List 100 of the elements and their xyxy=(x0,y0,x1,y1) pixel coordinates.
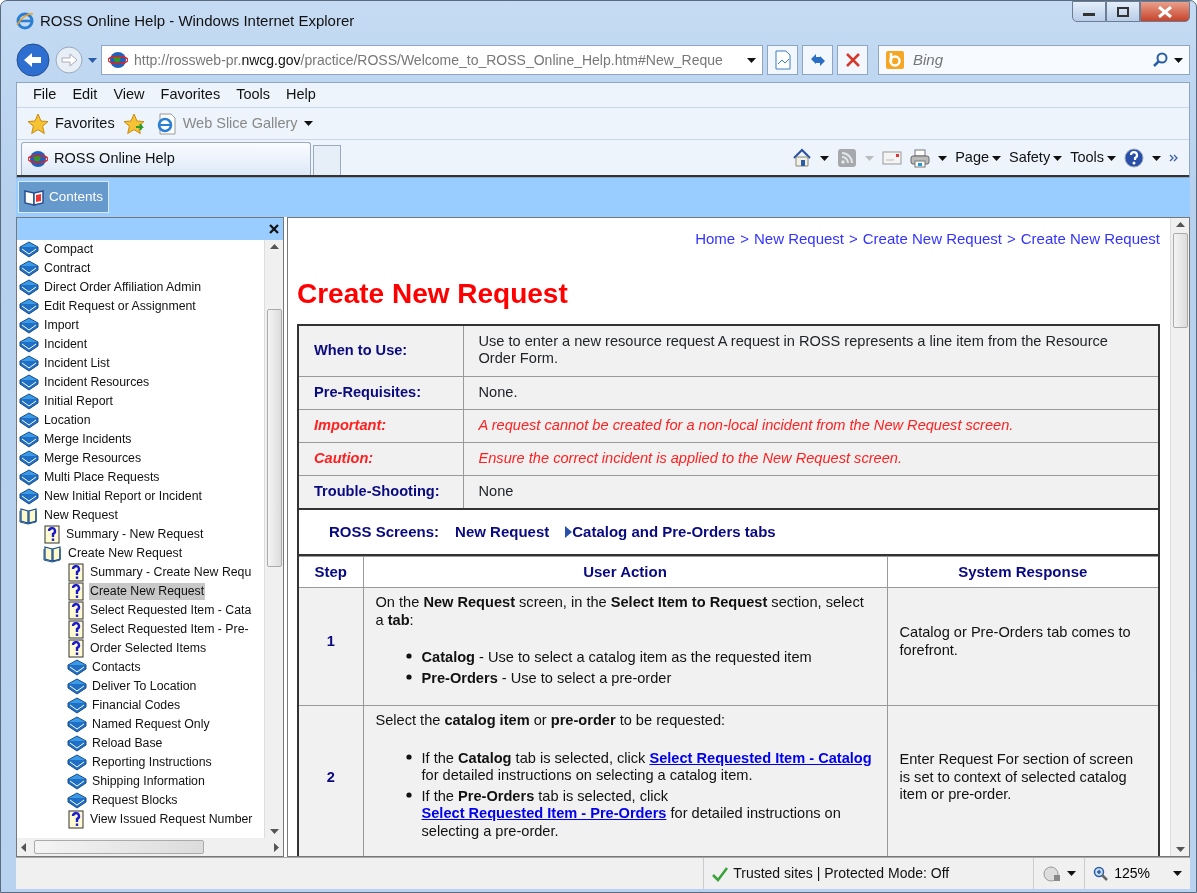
help-link[interactable]: Select Requested Item - Catalog xyxy=(649,749,872,766)
tree-item[interactable]: New Initial Report or Incident xyxy=(43,488,203,505)
breadcrumb-separator: > xyxy=(849,229,858,249)
breadcrumb-separator: > xyxy=(740,229,749,249)
scroll-down-icon xyxy=(1175,847,1185,852)
add-favorite-icon[interactable] xyxy=(122,112,147,135)
tree-item[interactable]: Merge Incidents xyxy=(43,431,133,448)
chevron-icon[interactable] xyxy=(1169,154,1179,163)
tree-item[interactable]: Multi Place Requests xyxy=(43,469,161,486)
caret-icon[interactable] xyxy=(1107,155,1116,161)
tree-item[interactable]: Incident Resources xyxy=(43,374,151,391)
help-icon-button[interactable] xyxy=(1124,148,1161,169)
bullet-text: If the Pre-Orders tab is selected, click Select Requested Item - Pre-Orders for detailed instructions on selecting a pre-order. xyxy=(421,787,842,841)
scroll-thumb[interactable] xyxy=(34,840,204,854)
breadcrumb-link[interactable]: Create New Request xyxy=(1020,228,1160,251)
search-icon[interactable] xyxy=(1152,52,1168,68)
caret-icon[interactable] xyxy=(1152,155,1161,161)
screen-link[interactable]: Catalog and Pre-Orders tabs xyxy=(565,523,776,542)
address-field[interactable]: http://rossweb-pr.nwcg.gov/practice/ROSS/Welcome_to_ROSS_Online_Help.htm#New_Reque xyxy=(101,45,763,75)
printer-icon-button[interactable] xyxy=(910,148,948,169)
bullet-text: Catalog - Use to select a catalog item as the requested item xyxy=(421,649,812,667)
tree-item[interactable]: Summary - New Request xyxy=(65,526,205,543)
info-label: Pre-Requisites: xyxy=(298,376,463,410)
menu-item[interactable]: Tools xyxy=(228,84,279,106)
tree-item[interactable]: Location xyxy=(43,412,92,429)
favorites-button[interactable]: Favorites xyxy=(27,112,115,135)
tree-item[interactable]: Direct Order Affiliation Admin xyxy=(43,279,202,296)
browser-tab[interactable]: ROSS Online Help xyxy=(21,142,311,175)
minimize-button[interactable] xyxy=(1072,1,1106,22)
caret-icon[interactable] xyxy=(747,57,756,63)
tree-item[interactable]: Order Selected Items xyxy=(89,640,208,657)
tree-item[interactable]: Contract xyxy=(43,260,92,277)
toolbar-menu[interactable]: Tools xyxy=(1070,147,1116,169)
tree-item[interactable]: New Request xyxy=(43,507,119,524)
search-provider-icon xyxy=(885,50,905,70)
breadcrumb-link[interactable]: New Request xyxy=(753,228,844,251)
breadcrumb-link[interactable]: Home xyxy=(695,228,736,251)
tree-item[interactable]: Create New Request xyxy=(89,583,206,600)
tree-item[interactable]: Reload Base xyxy=(91,735,164,752)
maximize-button[interactable] xyxy=(1106,1,1140,22)
scroll-thumb[interactable] xyxy=(266,309,282,567)
scrollbar[interactable] xyxy=(264,240,283,838)
refresh-button[interactable] xyxy=(802,45,833,75)
caret-icon[interactable] xyxy=(1173,871,1182,876)
help-page-icon xyxy=(67,563,85,582)
caret-icon[interactable] xyxy=(1067,871,1077,876)
tree-item[interactable]: Shipping Information xyxy=(91,773,206,790)
zoom-button[interactable]: 125% xyxy=(1084,858,1190,889)
home-icon-button[interactable] xyxy=(792,148,830,169)
back-button[interactable] xyxy=(16,43,50,77)
menu-item[interactable]: View xyxy=(105,84,153,106)
tree-item[interactable]: Select Requested Item - Cata xyxy=(89,602,253,619)
help-link[interactable]: Select Requested Item - Pre-Orders xyxy=(421,805,667,822)
caret-icon[interactable] xyxy=(1053,155,1063,161)
menu-item[interactable]: Favorites xyxy=(152,84,229,106)
caret-icon[interactable] xyxy=(992,155,1002,161)
tree-item[interactable]: Select Requested Item - Pre- xyxy=(89,621,250,638)
stop-button[interactable] xyxy=(837,45,868,75)
tree-item[interactable]: Incident List xyxy=(43,355,111,372)
help-icon xyxy=(1124,148,1144,169)
tree-item[interactable]: View Issued Request Number xyxy=(89,811,254,828)
tree-item[interactable]: Contacts xyxy=(91,659,142,676)
breadcrumb-link[interactable]: Create New Request xyxy=(862,228,1002,251)
menu-item[interactable]: File xyxy=(25,84,65,106)
menu-item[interactable]: Help xyxy=(278,84,324,106)
menu-item[interactable]: Edit xyxy=(64,84,106,106)
caret-icon[interactable] xyxy=(303,121,313,126)
tree-item[interactable]: Import xyxy=(43,317,80,334)
step-number: 1 xyxy=(298,587,363,706)
scrollbar[interactable] xyxy=(1170,218,1189,856)
tree-item[interactable]: Edit Request or Assignment xyxy=(43,298,197,315)
caret-icon[interactable] xyxy=(1174,57,1183,63)
help-page-icon xyxy=(67,810,85,829)
page-icon xyxy=(774,50,791,70)
tree-item[interactable]: Summary - Create New Requ xyxy=(89,564,253,581)
tree-item[interactable]: Deliver To Location xyxy=(91,678,198,695)
tree-item[interactable]: Named Request Only xyxy=(91,716,211,733)
search-input[interactable]: Bing xyxy=(911,47,1146,73)
tree-item[interactable]: Compact xyxy=(43,241,95,258)
tree-item[interactable]: Financial Codes xyxy=(91,697,182,714)
tree-item[interactable]: Initial Report xyxy=(43,393,115,410)
breadcrumb-separator: > xyxy=(1007,229,1016,249)
info-text: A request cannot be created for a non-local incident from the New Request screen. xyxy=(463,409,1159,443)
home-icon xyxy=(792,148,813,169)
toolbar-menu[interactable]: Safety xyxy=(1009,147,1063,169)
toolbar-menu[interactable]: Page xyxy=(955,147,1002,169)
close-button[interactable] xyxy=(1140,1,1190,22)
tree-item[interactable]: Create New Request xyxy=(67,545,184,562)
screen-link[interactable]: New Request xyxy=(455,523,550,542)
search-field[interactable]: Bing xyxy=(878,45,1190,75)
caret-icon[interactable] xyxy=(938,155,948,161)
tree-item[interactable]: Request Blocks xyxy=(91,792,179,809)
help-page-icon xyxy=(67,639,85,658)
tree-item[interactable]: Reporting Instructions xyxy=(91,754,213,771)
scrollbar[interactable] xyxy=(17,838,283,856)
close-icon[interactable] xyxy=(269,224,279,234)
tree-item[interactable]: Merge Resources xyxy=(43,450,143,467)
caret-icon[interactable] xyxy=(820,155,830,161)
scroll-thumb[interactable] xyxy=(1172,233,1188,328)
tree-item[interactable]: Incident xyxy=(43,336,89,353)
